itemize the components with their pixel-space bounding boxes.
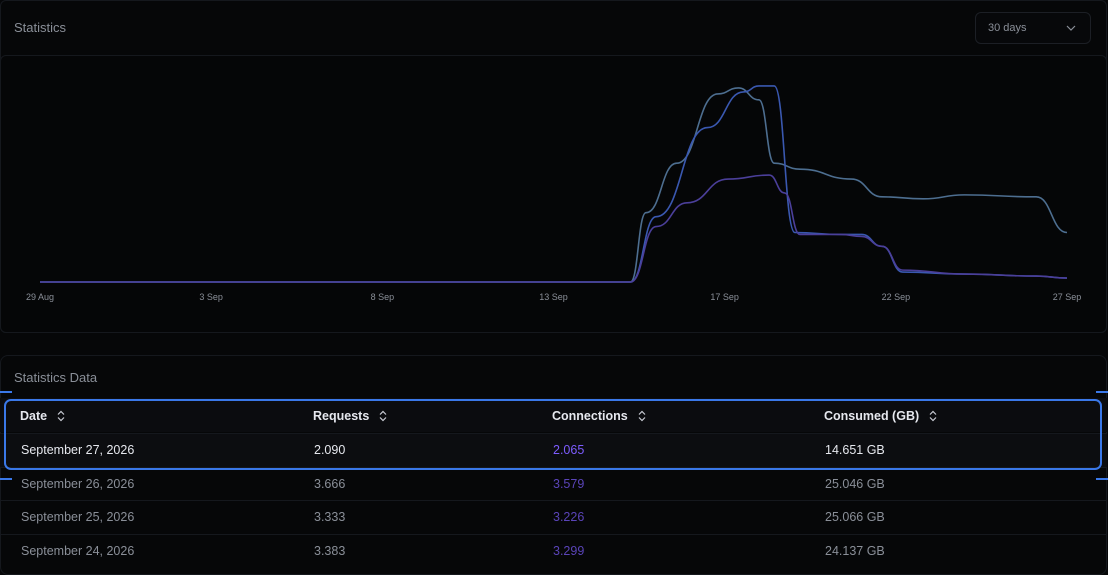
range-select[interactable]: 30 days xyxy=(975,12,1091,44)
table-row[interactable]: September 24, 2026 3.383 3.299 24.137 GB xyxy=(0,534,1107,568)
series-line-2 xyxy=(40,85,1068,283)
cell-date: September 26, 2026 xyxy=(21,477,135,491)
cell-date: September 25, 2026 xyxy=(21,510,135,524)
selection-highlight xyxy=(4,399,1102,470)
table-row[interactable]: September 26, 2026 3.666 3.579 25.046 GB xyxy=(0,467,1107,501)
cell-consumed: 24.137 GB xyxy=(825,544,885,558)
cell-consumed: 25.046 GB xyxy=(825,477,885,491)
x-tick-label: 13 Sep xyxy=(539,292,568,302)
x-tick-label: 29 Aug xyxy=(26,292,54,302)
series-line-3 xyxy=(40,174,1068,283)
highlight-marker xyxy=(0,391,12,393)
table-row[interactable]: September 25, 2026 3.333 3.226 25.066 GB xyxy=(0,500,1107,534)
cell-connections: 3.579 xyxy=(553,477,585,491)
x-tick-label: 8 Sep xyxy=(371,292,395,302)
cell-consumed: 25.066 GB xyxy=(825,510,885,524)
highlight-marker xyxy=(1096,391,1108,393)
cell-requests: 3.383 xyxy=(314,544,346,558)
statistics-data-title: Statistics Data xyxy=(14,370,98,385)
highlight-marker xyxy=(1096,478,1108,480)
cell-date: September 24, 2026 xyxy=(21,544,135,558)
x-tick-label: 27 Sep xyxy=(1053,292,1082,302)
x-tick-label: 3 Sep xyxy=(199,292,223,302)
cell-requests: 3.333 xyxy=(314,510,346,524)
cell-requests: 3.666 xyxy=(314,477,346,491)
x-tick-label: 17 Sep xyxy=(710,292,739,302)
series-line-1 xyxy=(40,87,1068,283)
x-tick-label: 22 Sep xyxy=(882,292,911,302)
cell-connections: 3.299 xyxy=(553,544,585,558)
line-chart: 29 Aug 3 Sep 8 Sep 13 Sep 17 Sep 22 Sep 27 Sep xyxy=(26,85,1082,302)
range-select-value: 30 days xyxy=(988,22,1027,34)
cell-connections: 3.226 xyxy=(553,510,585,524)
statistics-title: Statistics xyxy=(14,20,67,35)
highlight-marker xyxy=(0,478,12,480)
chart-area: 29 Aug 3 Sep 8 Sep 13 Sep 17 Sep 22 Sep 27 Sep xyxy=(0,55,1107,333)
chevron-down-icon xyxy=(1066,25,1076,31)
